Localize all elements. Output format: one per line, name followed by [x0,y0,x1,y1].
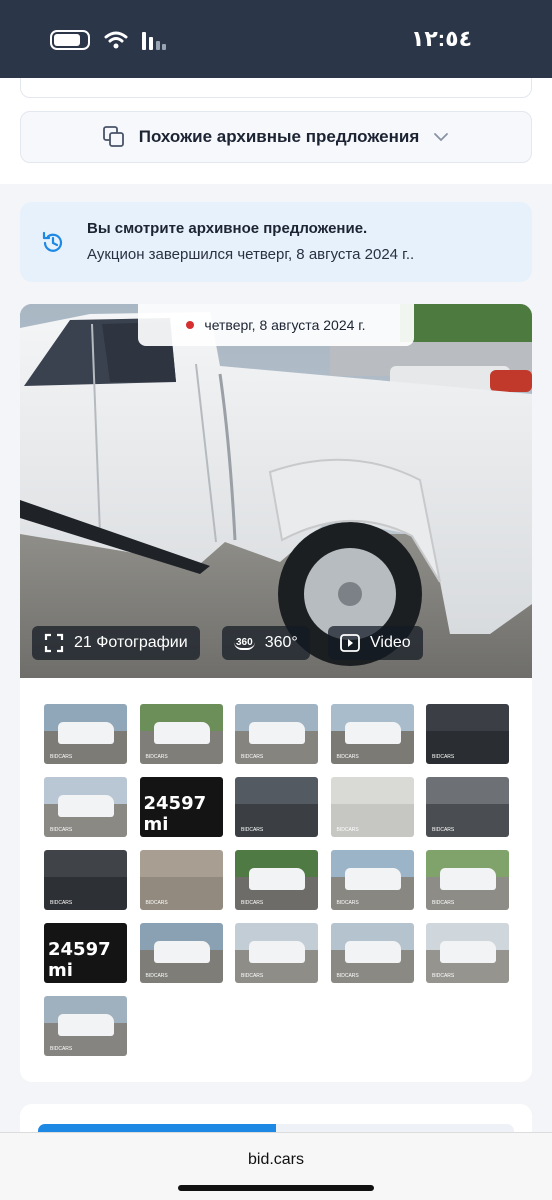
history-icon [42,231,63,252]
360-icon: 360 [234,636,255,650]
vehicle-thumbnail-shape [153,722,210,744]
fullscreen-icon [44,633,64,653]
watermark-label: BIDCARS [50,754,73,760]
vehicle-thumbnail-shape [344,868,401,890]
vehicle-thumbnail-shape [344,722,401,744]
photo-thumbnail[interactable]: BIDCARS [330,777,414,837]
photo-thumbnail[interactable]: BIDCARS [235,704,318,764]
status-bar: ١٢:٥٤ [0,0,552,78]
watermark-label: BIDCARS [145,973,168,979]
video-label: Video [370,634,411,651]
similar-archived-offers-button[interactable]: Похожие архивные предложения [20,111,532,163]
watermark-label: BIDCARS [432,827,455,833]
play-icon [340,634,360,652]
watermark-label: BIDCARS [432,754,455,760]
photo-thumbnail[interactable]: BIDCARS [139,850,223,910]
chevron-down-icon [434,133,449,142]
photo-thumbnail[interactable]: BIDCARS [44,704,127,764]
vehicle-thumbnail-shape [440,941,496,963]
archive-notice-subtitle: Аукцион завершился четверг, 8 августа 20… [87,246,415,263]
main-vehicle-photo[interactable]: четверг, 8 августа 2024 г. 21 Фотографии… [20,304,532,678]
watermark-label: BIDCARS [241,754,264,760]
photo-thumbnail[interactable]: BIDCARS [330,850,414,910]
photo-thumbnail[interactable]: BIDCARS [235,850,318,910]
view-360-button[interactable]: 360 360° [222,626,310,660]
photo-thumbnail[interactable]: BIDCARS [426,850,509,910]
auction-date-chip: четверг, 8 августа 2024 г. [138,304,414,346]
watermark-label: BIDCARS [336,754,359,760]
copy-icon [102,126,124,147]
photos-count-button[interactable]: 21 Фотографии [32,626,200,660]
vehicle-thumbnail-shape [58,795,114,817]
video-button[interactable]: Video [328,626,423,660]
active-tab-indicator[interactable] [38,1124,276,1132]
watermark-label: BIDCARS [336,900,359,906]
photo-thumbnail[interactable]: BIDCARS [44,777,127,837]
photo-thumbnail[interactable]: BIDCARS [426,923,509,983]
watermark-label: BIDCARS [241,900,264,906]
photo-gallery: четверг, 8 августа 2024 г. 21 Фотографии… [20,304,532,1082]
watermark-label: BIDCARS [50,827,73,833]
photo-thumbnail[interactable]: BIDCARS [235,777,318,837]
signal-icon [142,32,166,50]
clipped-button[interactable] [20,78,532,98]
vehicle-photo-image [20,304,532,678]
home-indicator [178,1185,374,1191]
vehicle-thumbnail-shape [249,868,305,890]
wifi-icon [104,31,128,49]
similar-offers-label: Похожие архивные предложения [138,127,420,146]
photo-thumbnail[interactable]: BIDCARS [330,704,414,764]
site-url: bid.cars [247,1151,305,1168]
watermark-label: BIDCARS [50,1046,73,1052]
photo-thumbnail[interactable]: BIDCARS [44,996,127,1056]
photo-thumbnail[interactable]: 24597 mi [44,923,127,983]
watermark-label: BIDCARS [50,900,73,906]
browser-address-bar[interactable]: bid.cars [0,1132,552,1200]
photo-thumbnail[interactable]: BIDCARS [235,923,318,983]
watermark-label: BIDCARS [241,827,264,833]
auction-date: четверг, 8 августа 2024 г. [204,317,366,333]
vehicle-thumbnail-shape [249,722,305,744]
photo-thumbnail[interactable]: BIDCARS [139,704,223,764]
next-section-card [20,1104,532,1132]
vehicle-thumbnail-shape [153,941,210,963]
odometer-reading: 24597 mi [143,793,207,835]
status-time: ١٢:٥٤ [410,26,472,51]
page-content[interactable]: Похожие архивные предложения Вы смотрите… [0,78,552,1132]
vehicle-thumbnail-shape [440,868,496,890]
status-dot-icon [186,321,195,329]
watermark-label: BIDCARS [336,973,359,979]
related-offers-card: Похожие архивные предложения [0,78,552,184]
vehicle-thumbnail-shape [344,941,401,963]
photo-thumbnail[interactable]: BIDCARS [426,777,509,837]
status-icons [50,30,166,50]
odometer-reading: 24597 mi [48,939,111,981]
photo-thumbnail[interactable]: 24597 mi [139,777,223,837]
photo-thumbnail[interactable]: BIDCARS [330,923,414,983]
photo-thumbnail[interactable]: BIDCARS [139,923,223,983]
archive-notice-title: Вы смотрите архивное предложение. [87,220,368,237]
vehicle-thumbnail-shape [58,1014,114,1036]
battery-icon [50,30,90,50]
photos-count-label: 21 Фотографии [74,634,188,651]
photo-thumbnail[interactable]: BIDCARS [426,704,509,764]
watermark-label: BIDCARS [145,754,168,760]
watermark-label: BIDCARS [336,827,359,833]
vehicle-thumbnail-shape [58,722,114,744]
inactive-tab-indicator[interactable] [276,1124,514,1132]
watermark-label: BIDCARS [241,973,264,979]
photo-thumbnail[interactable]: BIDCARS [44,850,127,910]
view-360-label: 360° [264,634,298,651]
watermark-label: BIDCARS [145,900,168,906]
watermark-label: BIDCARS [432,973,455,979]
watermark-label: BIDCARS [432,900,455,906]
vehicle-thumbnail-shape [249,941,305,963]
archive-notice: Вы смотрите архивное предложение. Аукцио… [20,202,532,282]
